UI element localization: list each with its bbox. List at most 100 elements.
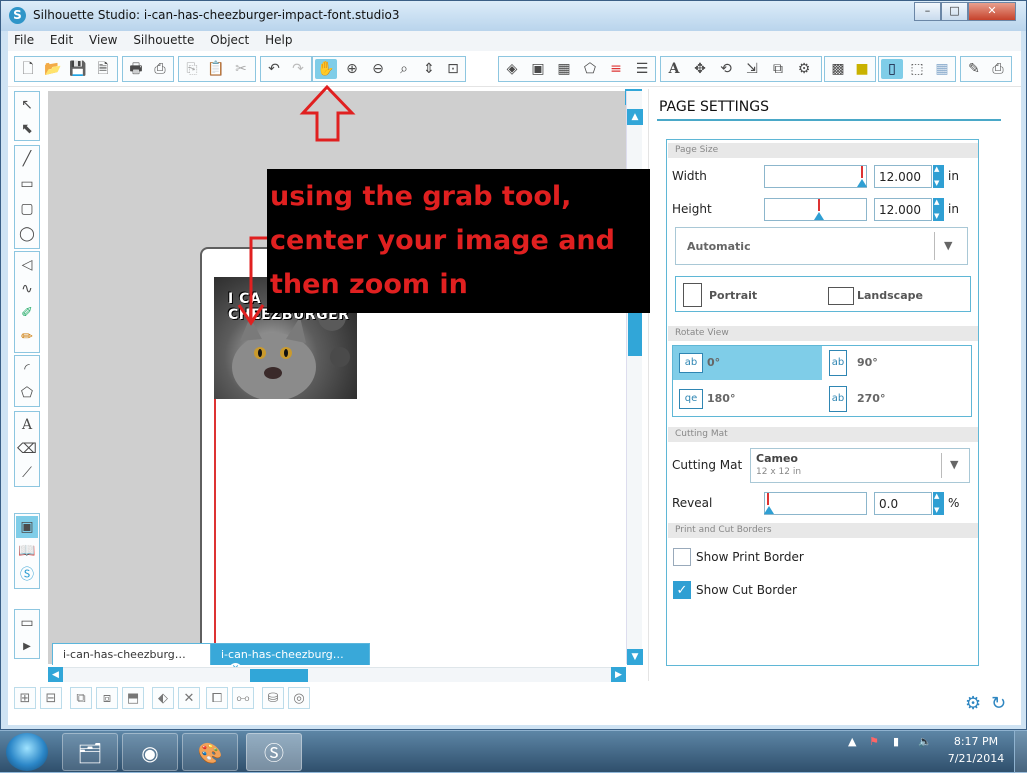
height-field[interactable]: 12.000 [874,198,932,221]
scale-icon[interactable]: ⇲ [741,59,763,79]
chevron-down-icon[interactable]: ▼ [944,239,952,252]
width-field[interactable]: 12.000 [874,165,932,188]
knife-tool-icon[interactable]: ⟋ [16,462,38,484]
scroll-down-button[interactable]: ▼ [627,649,643,665]
new-file-icon[interactable]: 🗋 [17,59,39,79]
show-cut-border-checkbox[interactable]: ✓ [673,581,691,599]
landscape-option[interactable]: Landscape [824,277,972,311]
select-arrow-icon[interactable]: ↖ [16,94,38,116]
minimize-button[interactable]: – [914,2,941,21]
show-print-border-label[interactable]: Show Print Border [696,550,804,564]
width-slider[interactable] [764,165,867,188]
undo-icon[interactable]: ↶ [263,59,285,79]
print-icon[interactable]: 🖶 [125,59,147,79]
zoom-in-icon[interactable]: ⊕ [341,59,363,79]
paint-taskbar-icon[interactable]: 🎨 [182,733,238,771]
smooth-freehand-tool-icon[interactable]: ✏ [16,326,38,348]
silhouette-app-icon[interactable]: S [9,7,26,24]
explorer-taskbar-icon[interactable]: 🗂 [62,733,118,771]
slider-handle-icon[interactable] [764,506,774,514]
ungroup-icon[interactable]: ⊟ [40,687,62,709]
show-cut-border-label[interactable]: Show Cut Border [696,583,797,597]
menu-object[interactable]: Object [204,31,255,47]
tray-chevron-icon[interactable]: ▲ [848,735,856,748]
width-spinner[interactable] [933,165,944,188]
drag-zoom-icon[interactable]: ⇕ [418,59,440,79]
delete-icon[interactable]: ✕ [178,687,200,709]
page-size-dropdown[interactable]: Automatic ▼ [675,227,968,265]
line-width-icon[interactable]: ☰ [631,59,653,79]
line-color-bars-icon[interactable]: ≡ [605,59,627,79]
library-icon[interactable]: ▩ [827,59,849,79]
pentagon-tool-icon[interactable]: ⬠ [16,382,38,404]
menu-silhouette[interactable]: Silhouette [127,31,200,47]
copy-icon[interactable]: ⎘ [181,59,203,79]
line-tool-icon[interactable]: ╱ [16,148,38,170]
transform-icon[interactable]: ✥ [689,59,711,79]
grab-hand-icon[interactable]: ✋ [315,59,337,79]
registration-icon[interactable]: ✎ [963,59,985,79]
rounded-rect-tool-icon[interactable]: ▢ [16,198,38,220]
replicate-icon[interactable]: ⧉ [767,59,789,79]
library-view-icon[interactable]: 📖 [16,540,38,562]
window-toggle-icon[interactable]: ▭ [16,612,38,634]
cut-icon[interactable]: ✂ [230,59,252,79]
close-button[interactable]: ✕ [968,2,1016,21]
target-icon[interactable]: ◎ [288,687,310,709]
offset-icon[interactable]: ⚙ [793,59,815,79]
zoom-out-icon[interactable]: ⊖ [367,59,389,79]
send-backward-icon[interactable]: ⧟ [232,687,254,709]
library-save-icon[interactable]: ⛁ [262,687,284,709]
arc-tool-icon[interactable]: ◜ [16,358,38,380]
volume-icon[interactable]: 🔈 [918,735,932,748]
freehand-tool-icon[interactable]: ✐ [16,302,38,324]
menu-view[interactable]: View [83,31,123,47]
signal-icon[interactable]: ▮ [893,735,899,748]
tab-document-2[interactable]: i-can-has-cheezburg… ✕ [210,643,370,676]
reveal-slider[interactable] [764,492,867,515]
line-color-icon[interactable]: ▣ [527,59,549,79]
curve-tool-icon[interactable]: ∿ [16,278,38,300]
menu-edit[interactable]: Edit [44,31,79,47]
polygon-tool-icon[interactable]: ◁ [16,254,38,276]
scroll-up-button[interactable]: ▲ [627,109,643,125]
chevron-down-icon[interactable]: ▼ [950,458,958,471]
show-desktop-button[interactable] [1014,731,1027,773]
rotate-270-option[interactable]: ab 270° [823,382,972,416]
height-slider[interactable] [764,198,867,221]
page-settings-icon[interactable]: ▯ [881,59,903,79]
fill-color-icon[interactable]: ◈ [501,59,523,79]
slider-handle-icon[interactable] [814,212,824,220]
show-print-border-checkbox[interactable] [673,548,691,566]
grid-icon[interactable]: ▦ [931,59,953,79]
line-style-icon[interactable]: ⬠ [579,59,601,79]
fill-pattern-icon[interactable]: ▦ [553,59,575,79]
start-button[interactable] [6,733,48,771]
play-icon[interactable]: ▶ [16,636,38,658]
maximize-button[interactable]: □ [941,2,968,21]
paste-icon[interactable]: 📋 [205,59,227,79]
text-style-icon[interactable]: A [663,59,685,79]
cut-settings-icon[interactable]: ⬚ [906,59,928,79]
trace-icon[interactable]: ■ [851,59,873,79]
fit-page-icon[interactable]: ⊡ [442,59,464,79]
open-icon[interactable]: 📂 [42,59,64,79]
chrome-taskbar-icon[interactable]: ◉ [122,733,178,771]
rotate-90-option[interactable]: ab 90° [823,346,972,380]
tab-document-1[interactable]: i-can-has-cheezburg… [52,643,212,665]
height-spinner[interactable] [933,198,944,221]
vertical-scroll-thumb[interactable] [628,306,642,356]
print-cut-icon[interactable]: ⎙ [149,59,171,79]
group-icon[interactable]: ⊞ [14,687,36,709]
zoom-select-icon[interactable]: ⌕ [393,59,415,79]
save-icon[interactable]: 💾 [67,59,89,79]
release-icon[interactable]: ⬖ [152,687,174,709]
design-view-icon[interactable]: ▣ [16,516,38,538]
horizontal-scrollbar[interactable]: ◀ ▶ [48,667,626,682]
weld-icon[interactable]: ⬒ [122,687,144,709]
slider-handle-icon[interactable] [857,179,867,187]
menu-help[interactable]: Help [259,31,298,47]
portrait-option[interactable]: Portrait [676,277,824,311]
rotate-180-option[interactable]: qe 180° [673,382,822,416]
title-bar[interactable]: S Silhouette Studio: i-can-has-cheezburg… [1,1,1026,31]
